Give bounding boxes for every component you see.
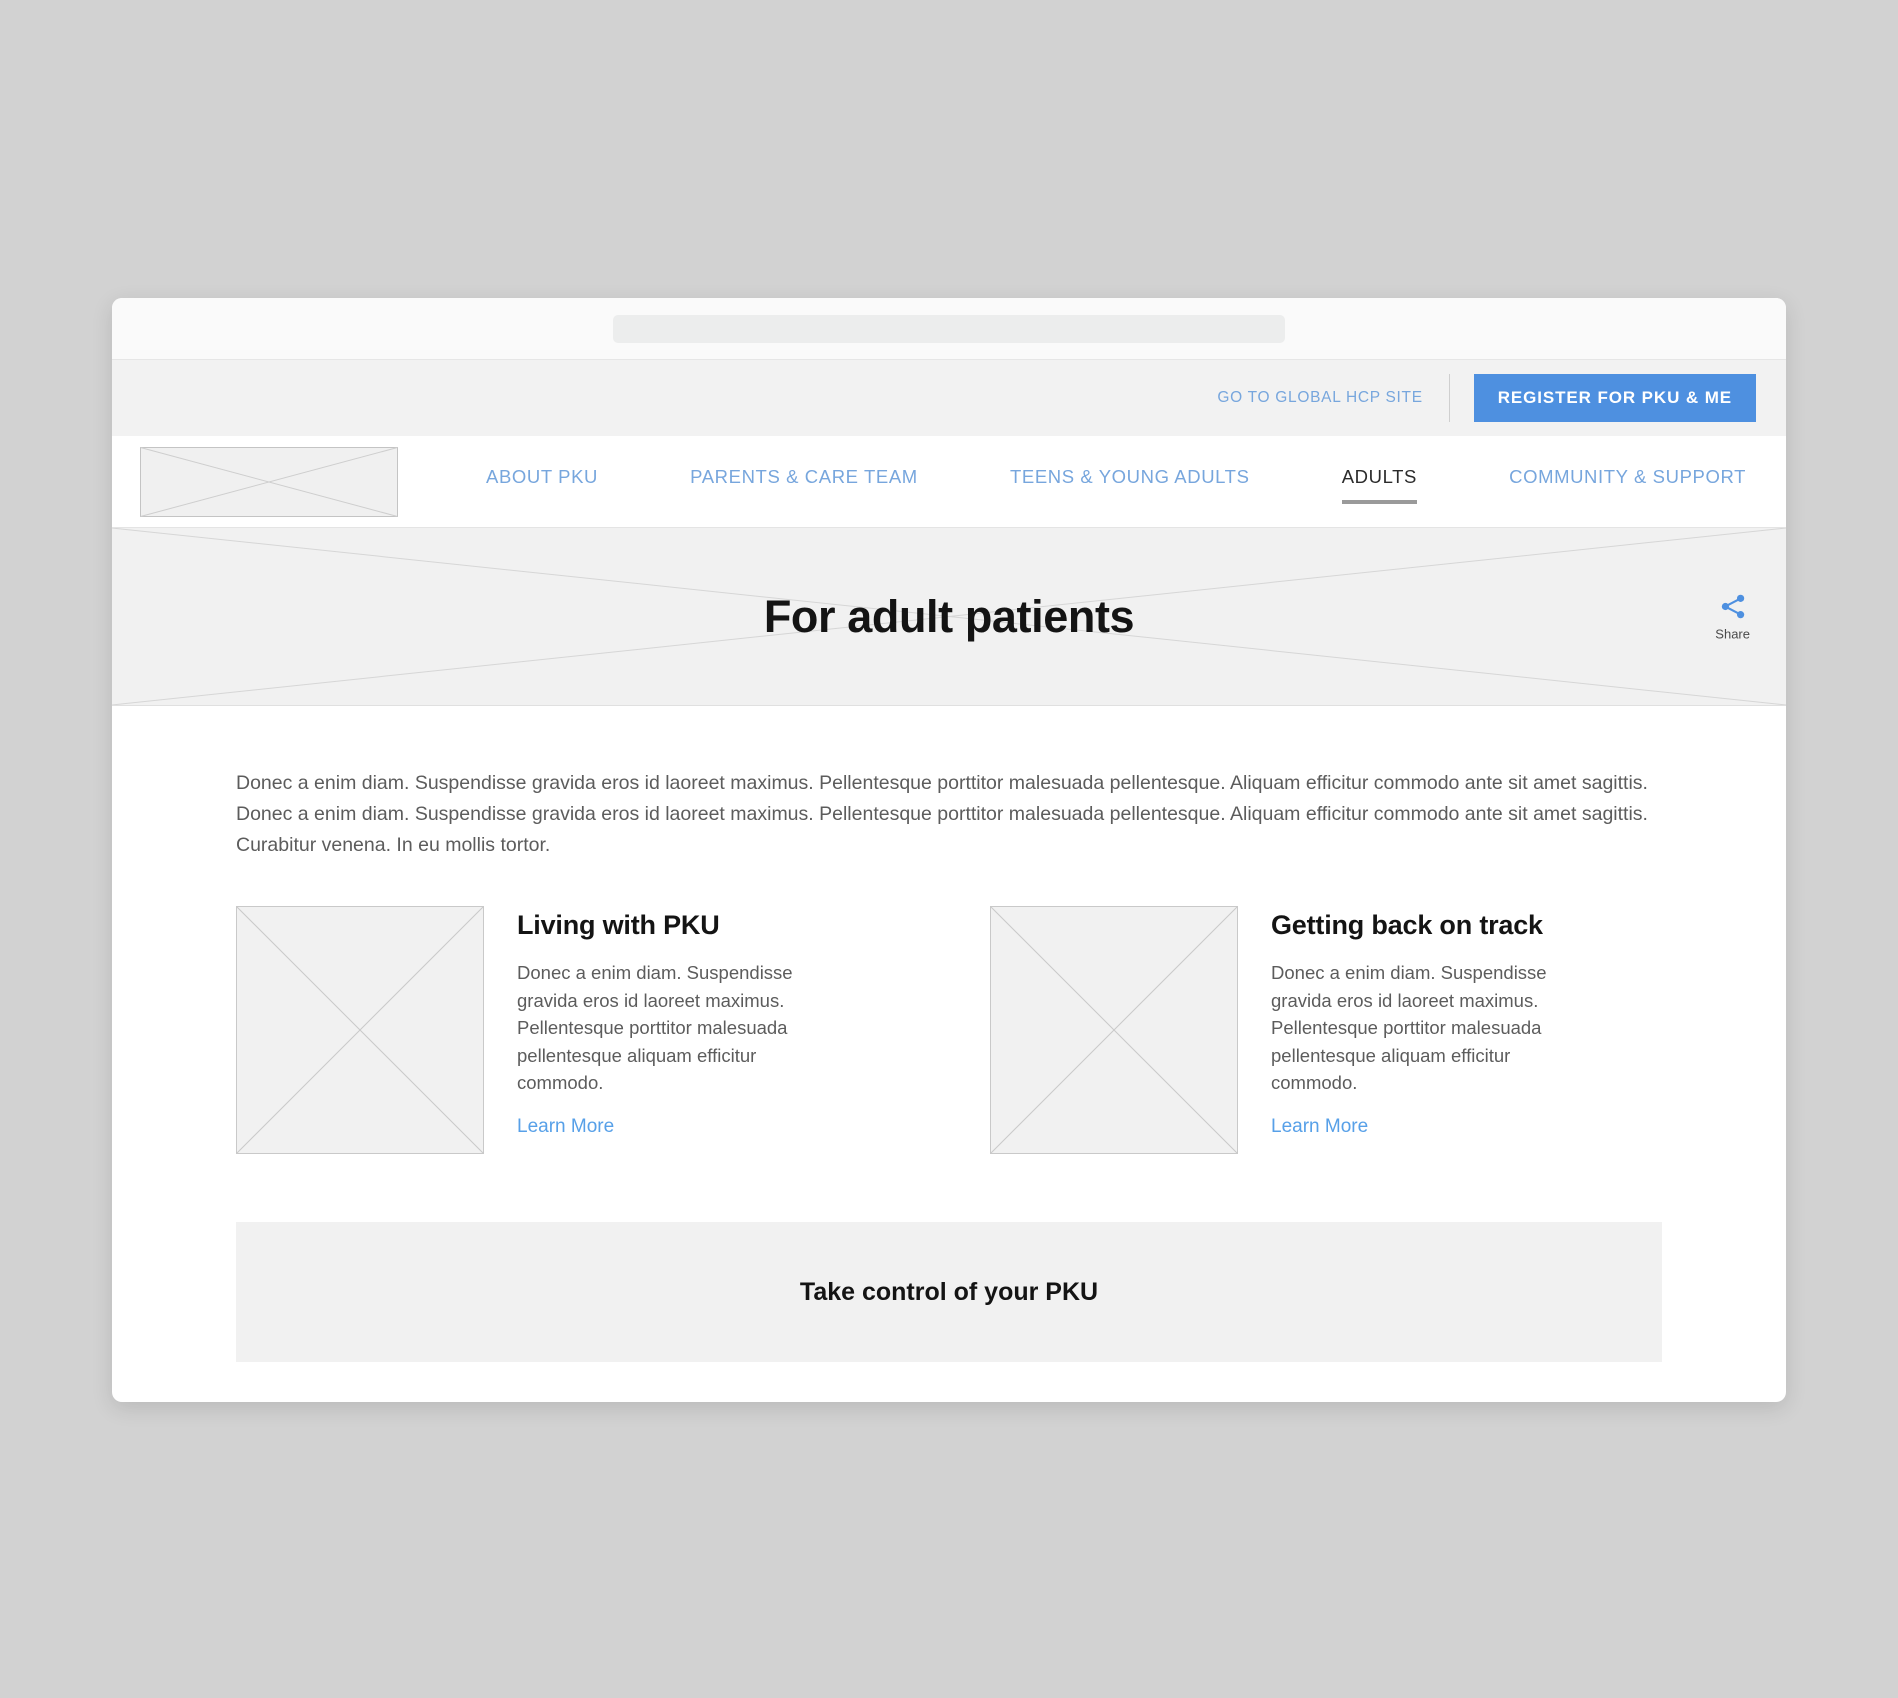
nav-item-teens-young-adults[interactable]: TEENS & YOUNG ADULTS <box>1010 466 1250 498</box>
page-content: Donec a enim diam. Suspendisse gravida e… <box>112 706 1786 1363</box>
share-icon <box>1721 594 1744 618</box>
share-label: Share <box>1715 626 1750 641</box>
card-title: Living with PKU <box>517 910 720 941</box>
card-image-placeholder[interactable] <box>236 906 484 1155</box>
share-button[interactable]: Share <box>1715 592 1750 641</box>
nav-item-adults[interactable]: ADULTS <box>1341 466 1418 504</box>
utility-bar: GO TO GLOBAL HCP SITE REGISTER FOR PKU &… <box>112 360 1786 436</box>
main-navigation: ABOUT PKU PARENTS & CARE TEAM TEENS & YO… <box>112 436 1786 528</box>
card-image-placeholder[interactable] <box>990 906 1238 1155</box>
card-getting-back-on-track: Getting back on track Donec a enim diam.… <box>908 906 1662 1155</box>
page-title: For adult patients <box>763 590 1135 642</box>
nav-item-community-support[interactable]: COMMUNITY & SUPPORT <box>1509 466 1746 498</box>
utility-divider <box>1448 374 1450 422</box>
cta-banner-title: Take control of your PKU <box>799 1277 1099 1306</box>
card-title: Getting back on track <box>1271 910 1543 941</box>
site-logo-placeholder[interactable] <box>140 446 398 517</box>
learn-more-link[interactable]: Learn More <box>517 1116 614 1138</box>
nav-links: ABOUT PKU PARENTS & CARE TEAM TEENS & YO… <box>398 466 1756 504</box>
card-list: Living with PKU Donec a enim diam. Suspe… <box>236 906 1662 1155</box>
nav-item-about-pku[interactable]: ABOUT PKU <box>486 466 598 498</box>
cta-banner: Take control of your PKU <box>236 1222 1662 1363</box>
hero-banner: For adult patients Share <box>112 528 1786 706</box>
nav-item-parents-care-team[interactable]: PARENTS & CARE TEAM <box>690 466 918 498</box>
card-living-with-pku: Living with PKU Donec a enim diam. Suspe… <box>236 906 908 1155</box>
global-hcp-site-link[interactable]: GO TO GLOBAL HCP SITE <box>1217 389 1422 407</box>
register-button[interactable]: REGISTER FOR PKU & ME <box>1473 374 1756 422</box>
card-body: Living with PKU Donec a enim diam. Suspe… <box>484 906 814 1154</box>
address-bar-input[interactable] <box>613 314 1285 343</box>
browser-window: GO TO GLOBAL HCP SITE REGISTER FOR PKU &… <box>112 298 1786 1402</box>
intro-paragraph: Donec a enim diam. Suspendisse gravida e… <box>236 772 1648 856</box>
page-stage: GO TO GLOBAL HCP SITE REGISTER FOR PKU &… <box>0 0 1898 1698</box>
browser-chrome <box>112 298 1786 360</box>
card-description: Donec a enim diam. Suspendisse gravida e… <box>517 962 793 1093</box>
card-description: Donec a enim diam. Suspendisse gravida e… <box>1271 962 1547 1093</box>
card-body: Getting back on track Donec a enim diam.… <box>1238 906 1568 1154</box>
learn-more-link[interactable]: Learn More <box>1271 1116 1368 1138</box>
